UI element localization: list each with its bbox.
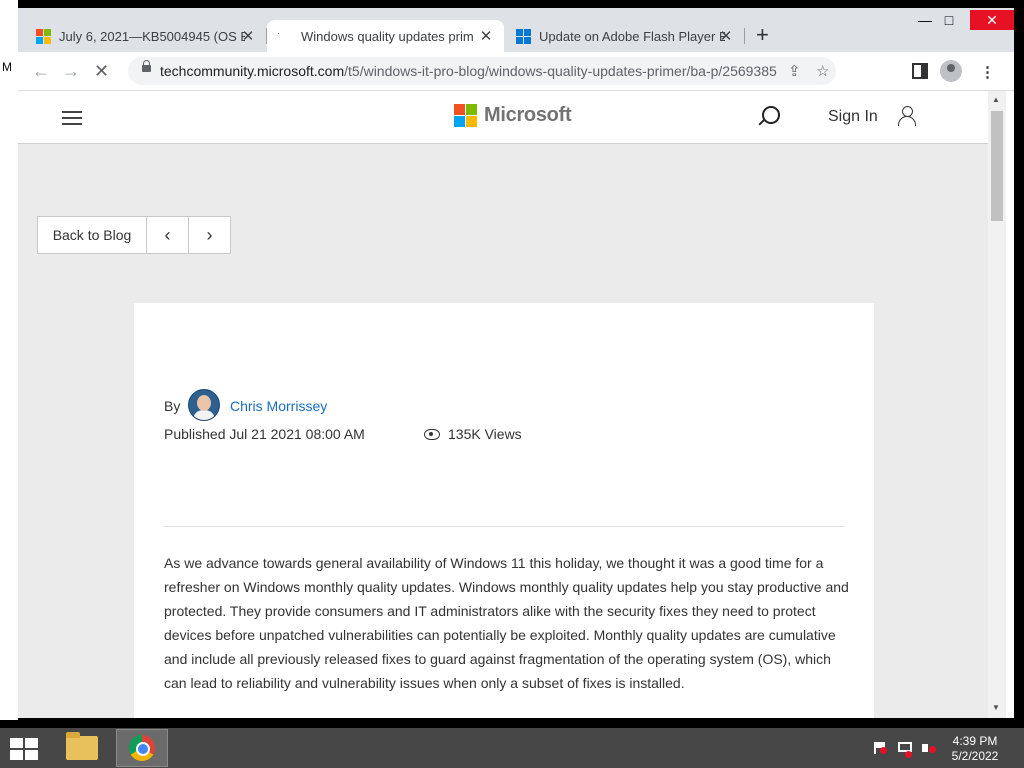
site-header: Microsoft Sign In bbox=[18, 91, 988, 144]
microsoft-logo[interactable]: Microsoft bbox=[454, 104, 572, 127]
user-account-icon[interactable] bbox=[898, 106, 916, 126]
new-tab-button[interactable]: + bbox=[756, 24, 769, 46]
scroll-up-icon[interactable]: ▲ bbox=[992, 95, 1000, 104]
microsoft-squares-icon bbox=[454, 104, 477, 127]
url-path: /t5/windows-it-pro-blog/windows-quality-… bbox=[344, 63, 777, 79]
tab-kb5004945[interactable]: July 6, 2021—KB5004945 (OS Bu ✕ bbox=[18, 20, 266, 52]
address-bar[interactable]: techcommunity.microsoft.com/t5/windows-i… bbox=[128, 57, 836, 85]
forward-arrow-icon[interactable]: → bbox=[62, 62, 80, 80]
folder-icon bbox=[66, 732, 98, 760]
desktop-background: M bbox=[0, 0, 18, 720]
microsoft-favicon-icon bbox=[36, 28, 51, 44]
back-to-blog-button[interactable]: Back to Blog bbox=[38, 217, 147, 253]
share-icon[interactable]: ⇪ bbox=[788, 62, 801, 80]
bookmark-star-icon[interactable]: ☆ bbox=[816, 62, 829, 80]
file-explorer-taskbar-button[interactable] bbox=[56, 729, 108, 767]
profile-avatar-icon[interactable] bbox=[940, 60, 962, 82]
maximize-button[interactable]: □ bbox=[934, 12, 964, 28]
scrollbar-thumb[interactable] bbox=[991, 111, 1003, 221]
brand-wordmark: Microsoft bbox=[484, 104, 572, 126]
divider bbox=[164, 526, 844, 527]
hamburger-menu-icon[interactable] bbox=[62, 111, 82, 125]
views-count: 135K Views bbox=[424, 426, 522, 442]
author-link[interactable]: Chris Morrissey bbox=[230, 398, 327, 414]
vertical-scrollbar[interactable]: ▲ ▼ bbox=[988, 91, 1006, 718]
tab-strip: July 6, 2021—KB5004945 (OS Bu ✕ · Window… bbox=[18, 8, 1014, 52]
scroll-down-icon[interactable]: ▼ bbox=[992, 703, 1000, 712]
lock-icon bbox=[142, 60, 151, 72]
by-label: By bbox=[164, 398, 181, 414]
clock-time: 4:39 PM bbox=[952, 734, 998, 748]
tab-quality-updates-primer[interactable]: · Windows quality updates primer ✕ bbox=[267, 20, 504, 52]
tab-separator bbox=[744, 28, 745, 44]
url-host: techcommunity.microsoft.com bbox=[160, 63, 345, 79]
views-label: 135K Views bbox=[448, 426, 522, 442]
browser-toolbar: ← → ✕ techcommunity.microsoft.com/t5/win… bbox=[18, 52, 1014, 91]
browser-window: July 6, 2021—KB5004945 (OS Bu ✕ · Window… bbox=[18, 8, 1014, 718]
background-text: M bbox=[2, 60, 12, 74]
article-body: As we advance towards general availabili… bbox=[164, 551, 854, 695]
page-viewport: Microsoft Sign In Back to Blog ‹ › By Ch… bbox=[18, 91, 988, 718]
start-windows-icon[interactable] bbox=[10, 738, 38, 760]
search-icon[interactable] bbox=[762, 106, 780, 124]
blog-nav: Back to Blog ‹ › bbox=[37, 216, 231, 254]
tab-title: Update on Adobe Flash Player En bbox=[539, 28, 725, 44]
url-text[interactable]: techcommunity.microsoft.com/t5/windows-i… bbox=[160, 63, 777, 79]
next-post-button[interactable]: › bbox=[189, 217, 230, 253]
clock-date: 5/2/2022 bbox=[951, 749, 999, 763]
close-window-button[interactable]: ✕ bbox=[970, 10, 1014, 30]
eye-icon bbox=[424, 428, 440, 440]
loading-icon: · bbox=[277, 28, 281, 39]
post-card: By Chris Morrissey Published Jul 21 2021… bbox=[134, 303, 874, 718]
tab-close-icon[interactable]: ✕ bbox=[240, 27, 256, 45]
back-arrow-icon[interactable]: ← bbox=[32, 62, 50, 80]
previous-post-button[interactable]: ‹ bbox=[147, 217, 189, 253]
action-center-flag-icon[interactable] bbox=[874, 742, 888, 754]
taskbar: 4:39 PM 5/2/2022 bbox=[0, 728, 1024, 768]
article-paragraph: As we advance towards general availabili… bbox=[164, 555, 849, 691]
side-panel-icon[interactable] bbox=[912, 63, 928, 79]
tab-close-icon[interactable]: ✕ bbox=[718, 27, 734, 45]
tab-title: Windows quality updates primer bbox=[301, 28, 473, 44]
published-date: Published Jul 21 2021 08:00 AM bbox=[164, 426, 365, 442]
chrome-icon bbox=[129, 735, 155, 761]
system-clock[interactable]: 4:39 PM 5/2/2022 bbox=[940, 734, 1010, 764]
volume-muted-icon[interactable] bbox=[922, 742, 936, 754]
chrome-taskbar-button[interactable] bbox=[116, 729, 168, 767]
menu-kebab-icon[interactable]: ⋮ bbox=[980, 63, 995, 81]
network-icon[interactable] bbox=[898, 742, 912, 758]
tab-title: July 6, 2021—KB5004945 (OS Bu bbox=[59, 28, 245, 44]
author-avatar[interactable] bbox=[188, 389, 220, 421]
windows-favicon-icon bbox=[516, 28, 531, 44]
tab-close-icon[interactable]: ✕ bbox=[478, 27, 494, 45]
tab-adobe-flash[interactable]: Update on Adobe Flash Player En ✕ bbox=[504, 20, 744, 52]
sign-in-link[interactable]: Sign In bbox=[828, 108, 878, 126]
stop-loading-icon[interactable]: ✕ bbox=[94, 62, 109, 80]
